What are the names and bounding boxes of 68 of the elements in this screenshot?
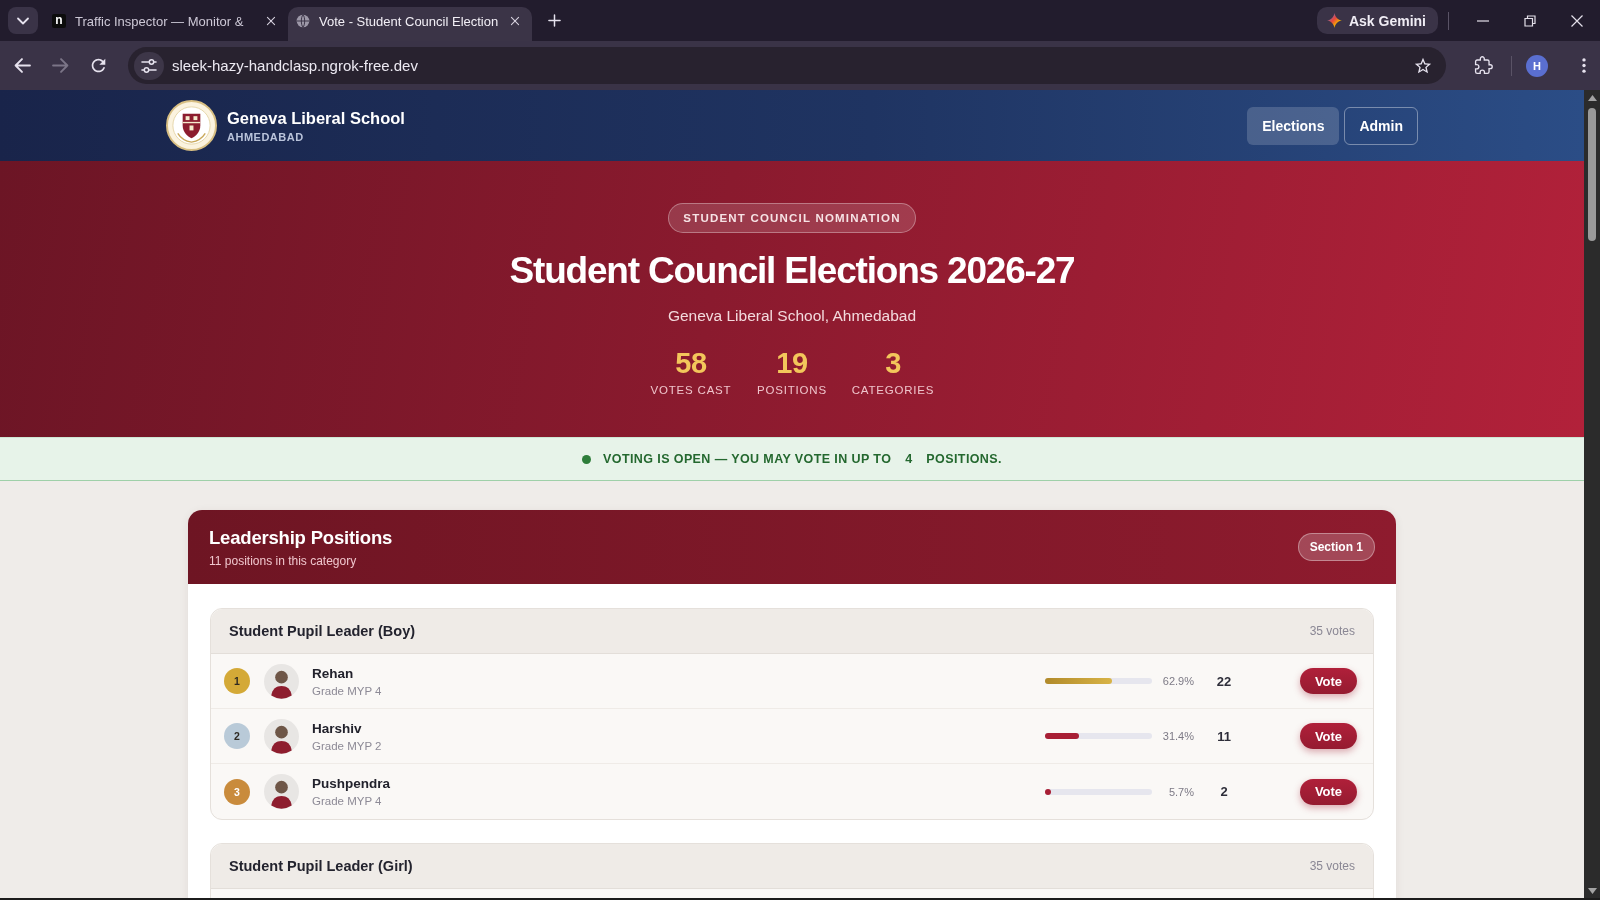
rank-badge: 2 [224, 723, 250, 749]
avatar-silhouette [264, 718, 299, 754]
stat-value: 19 [776, 347, 808, 379]
scrollbar-thumb[interactable] [1588, 108, 1596, 241]
vote-count: 2 [1219, 784, 1229, 799]
stat-label: POSITIONS [757, 383, 827, 397]
candidate-grade: Grade MYP 2 [312, 739, 382, 752]
stat-value: 3 [885, 347, 901, 379]
menu-icon[interactable] [1582, 58, 1586, 73]
globe-icon [296, 14, 310, 28]
profile-avatar[interactable]: H [1526, 54, 1548, 77]
site-settings-icon[interactable] [134, 51, 164, 80]
category-subtitle: 11 positions in this category [209, 553, 357, 568]
stat-label: CATEGORIES [851, 383, 935, 397]
rank-badge: 1 [224, 668, 250, 694]
status-dot-icon [582, 454, 592, 464]
avatar-silhouette [264, 663, 299, 699]
vote-button[interactable]: Vote [1300, 723, 1357, 749]
stat-label: VOTES CAST [650, 383, 732, 397]
avatar-silhouette [264, 774, 299, 809]
rank-badge: 3 [224, 778, 250, 805]
puzzle-piece-icon[interactable] [1474, 56, 1493, 75]
scroll-up-arrow-icon[interactable] [1587, 95, 1597, 101]
position-title: Student Pupil Leader (Girl) [229, 858, 413, 874]
close-icon[interactable] [510, 16, 520, 26]
scroll-down-arrow-icon[interactable] [1587, 888, 1597, 894]
nav-button[interactable]: Elections [1247, 106, 1340, 145]
nomination-badge: STUDENT COUNCIL NOMINATION [668, 203, 916, 233]
vote-button[interactable]: Vote [1300, 668, 1357, 694]
crest-logo-icon[interactable] [166, 100, 217, 151]
candidate-name: Rehan [312, 665, 354, 681]
tab-list-button[interactable] [8, 7, 38, 34]
browser-tab[interactable]: n Traffic Inspector — Monitor & [44, 7, 288, 41]
candidate-grade: Grade MYP 4 [312, 684, 382, 697]
vote-count: 11 [1216, 728, 1232, 744]
position-title: Student Pupil Leader (Boy) [229, 623, 416, 639]
reload-icon[interactable] [90, 57, 107, 74]
sparkle-icon [1326, 13, 1342, 28]
section-badge: Section 1 [1297, 533, 1375, 561]
vote-total: 35 votes [1309, 624, 1355, 638]
new-tab-plus-icon[interactable] [548, 14, 561, 27]
vote-percent: 5.7% [1167, 785, 1194, 798]
candidate-name: Harshiv [312, 720, 362, 736]
ask-gemini-button[interactable]: Ask Gemini [1316, 7, 1438, 34]
school-name: Geneva Liberal School [227, 108, 405, 128]
vote-total: 35 votes [1309, 859, 1355, 873]
page-subtitle: Geneva Liberal School, Ahmedabad [667, 306, 917, 326]
browser-tab[interactable]: Vote - Student Council Election [288, 7, 532, 41]
nav-button[interactable]: Admin [1344, 106, 1418, 145]
close-icon[interactable] [1570, 14, 1583, 27]
stat-value: 58 [675, 347, 707, 379]
vote-percent: 31.4% [1161, 730, 1194, 742]
minimize-icon[interactable] [1476, 19, 1489, 22]
candidate-grade: Grade MYP 4 [312, 795, 382, 807]
bookmark-star-icon[interactable] [1414, 56, 1432, 75]
close-icon[interactable] [266, 16, 276, 26]
vote-count: 22 [1215, 673, 1233, 689]
back-arrow-icon[interactable] [14, 57, 31, 74]
vote-percent: 62.9% [1161, 675, 1194, 687]
voting-status-message: VOTING IS OPEN — YOU MAY VOTE IN UP TO 4 POSITIONS. [603, 452, 1002, 466]
restore-icon[interactable] [1523, 14, 1536, 27]
category-title: Leadership Positions [209, 526, 393, 549]
vote-button[interactable]: Vote [1300, 778, 1357, 805]
address-bar[interactable]: sleek-hazy-handclasp.ngrok-free.dev [128, 47, 1446, 84]
favicon: n [52, 14, 66, 28]
candidate-name: Pushpendra [312, 776, 390, 791]
school-city: AHMEDABAD [227, 130, 304, 143]
page-title: Student Council Elections 2026-27 [509, 249, 1075, 293]
